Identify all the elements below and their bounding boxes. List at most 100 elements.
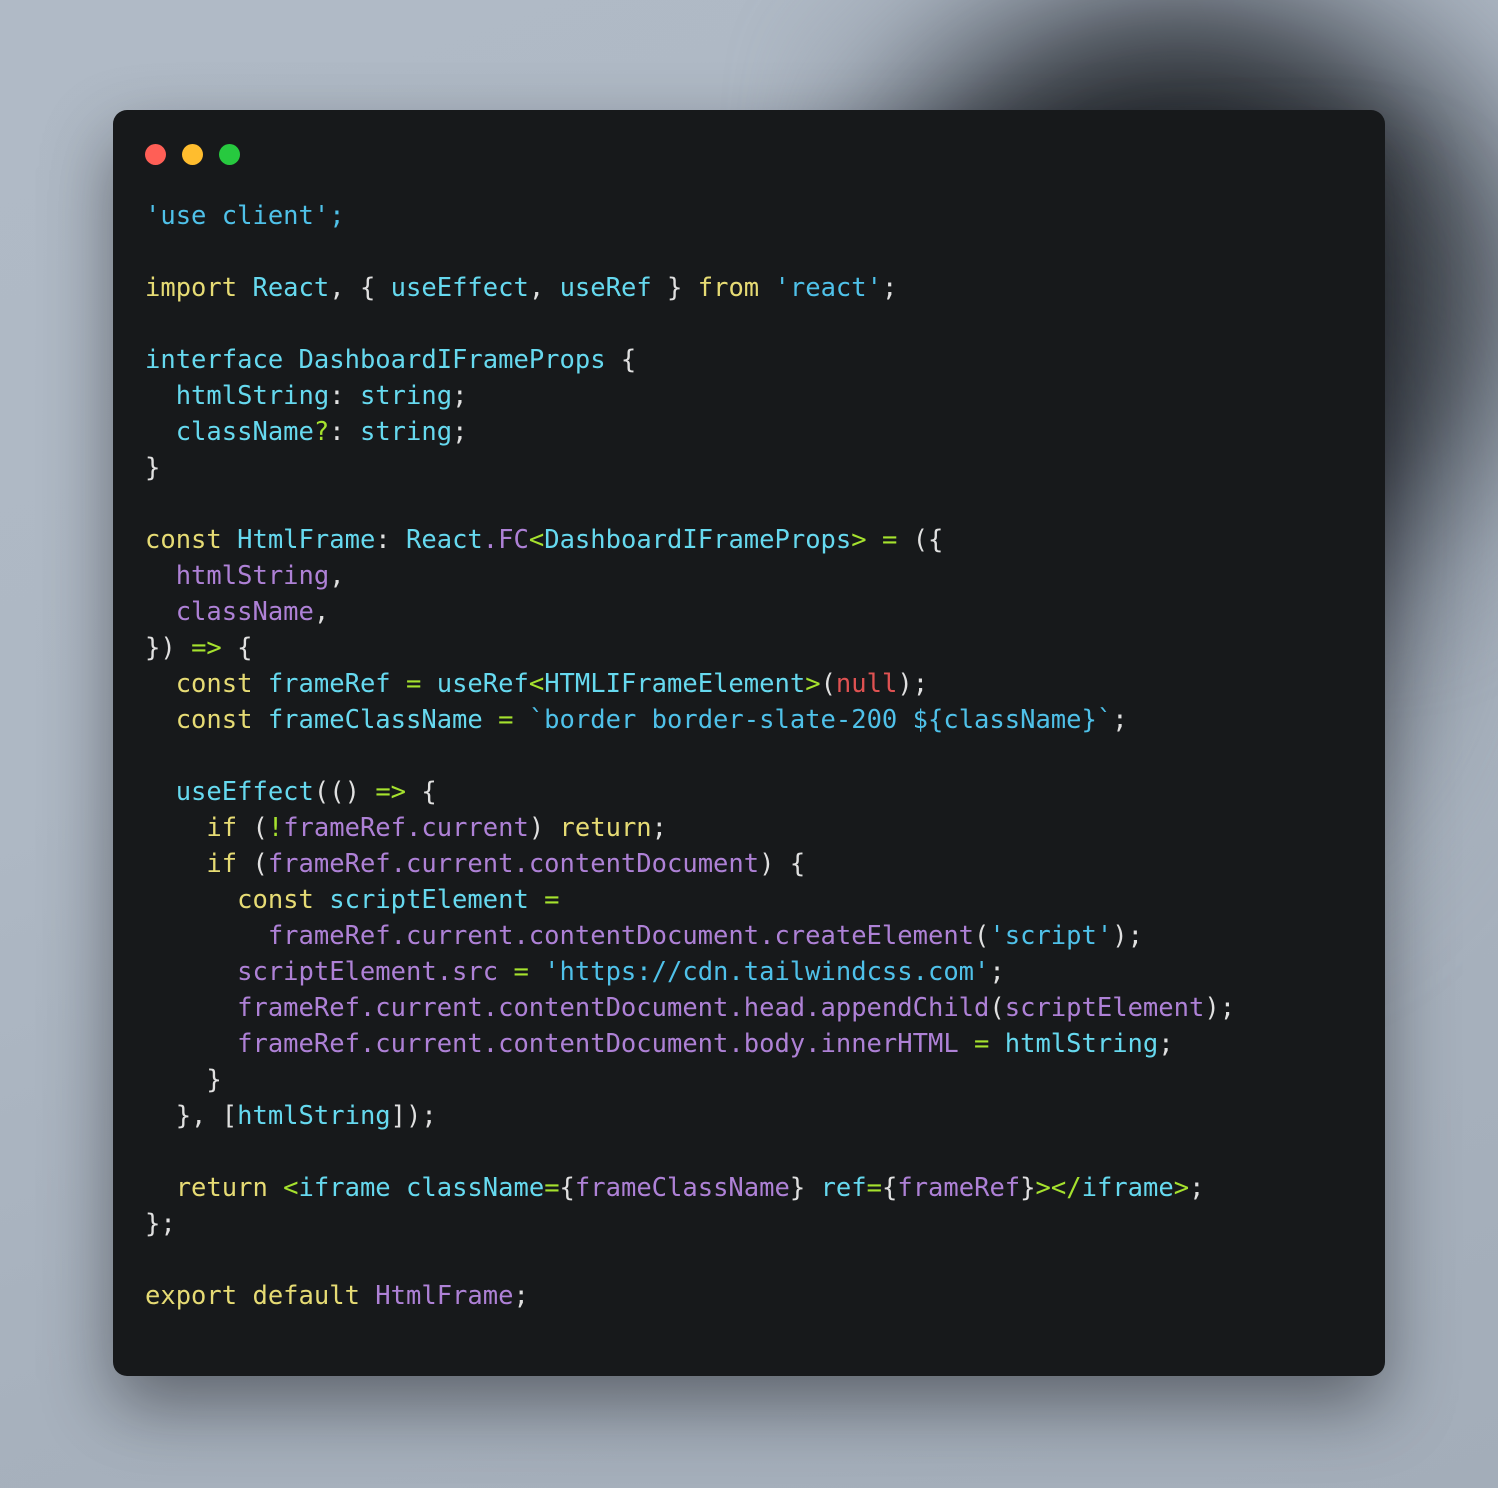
code-token: }, [ bbox=[145, 1101, 238, 1131]
code-token: > bbox=[805, 669, 821, 699]
code-token: frameRef.current.contentDocument bbox=[267, 849, 760, 879]
code-token: interface bbox=[145, 345, 299, 375]
code-token: = bbox=[390, 669, 437, 699]
code-token: : bbox=[329, 381, 360, 411]
code-token: React bbox=[252, 273, 330, 303]
code-token: from bbox=[697, 273, 775, 303]
code-token: = bbox=[498, 957, 545, 987]
code-token: ( bbox=[974, 921, 990, 951]
code-token: 'react' bbox=[774, 273, 882, 303]
code-token: frameRef.current bbox=[283, 813, 529, 843]
code-token: htmlString bbox=[237, 1101, 391, 1131]
code-token: < bbox=[528, 669, 545, 699]
code-token: , bbox=[313, 597, 330, 627]
code-token: HtmlFrame bbox=[375, 1281, 514, 1311]
code-token: ; bbox=[513, 1281, 529, 1311]
code-token: className bbox=[145, 417, 314, 447]
code-token: HTMLIFrameElement bbox=[544, 669, 806, 699]
code-token: 'script' bbox=[989, 921, 1113, 951]
code-token: scriptElement bbox=[1004, 993, 1205, 1023]
code-token: useRef bbox=[559, 273, 652, 303]
code-token: frameRef.current.contentDocument.head.ap… bbox=[145, 993, 990, 1023]
close-button[interactable] bbox=[145, 143, 166, 165]
minimize-button[interactable] bbox=[182, 143, 203, 165]
code-token: `border border-slate-200 ${className}` bbox=[528, 705, 1113, 735]
code-token: ) { bbox=[759, 849, 806, 879]
code-token: import bbox=[145, 273, 253, 303]
code-token: htmlString bbox=[145, 561, 330, 591]
code-token: ; bbox=[1158, 1029, 1174, 1059]
code-token: frameRef bbox=[897, 1173, 1021, 1203]
code-token: const bbox=[145, 885, 330, 915]
code-token: 'https://cdn.tailwindcss.com' bbox=[544, 957, 990, 987]
code-token: export default bbox=[145, 1281, 376, 1311]
maximize-button[interactable] bbox=[219, 143, 240, 165]
code-token: ; bbox=[881, 273, 898, 303]
code-token: ; bbox=[1112, 705, 1128, 735]
code-token: }) bbox=[145, 633, 192, 663]
code-token: HtmlFrame bbox=[237, 525, 376, 555]
code-token: if bbox=[145, 813, 253, 843]
code-token: const bbox=[145, 705, 268, 735]
code-token: htmlString bbox=[1004, 1029, 1159, 1059]
code-token: ({ bbox=[912, 525, 944, 555]
code-token: ref bbox=[820, 1173, 867, 1203]
code-token: string bbox=[359, 417, 453, 447]
code-token: ); bbox=[1112, 921, 1143, 951]
code-token: FC bbox=[498, 525, 529, 555]
code-token: ; bbox=[452, 381, 468, 411]
code-token: string bbox=[359, 381, 453, 411]
code-token: React bbox=[406, 525, 483, 555]
code-token: ( bbox=[252, 849, 268, 879]
code-token: frameClassName bbox=[574, 1173, 790, 1203]
code-token: ]); bbox=[390, 1101, 437, 1131]
code-token: { bbox=[406, 777, 437, 807]
code-token: DashboardIFrameProps bbox=[544, 525, 852, 555]
code-window: 'use client'; import React, { useEffect,… bbox=[113, 110, 1385, 1376]
code-token: { bbox=[359, 273, 391, 303]
code-content-area[interactable]: 'use client'; import React, { useEffect,… bbox=[113, 198, 1385, 1314]
code-token: useEffect bbox=[390, 273, 529, 303]
code-token: = bbox=[528, 885, 560, 915]
code-token: null bbox=[835, 669, 898, 699]
code-token: }; bbox=[145, 1209, 176, 1239]
code-token: iframe bbox=[298, 1173, 391, 1203]
code-token: } bbox=[651, 273, 698, 303]
code-token: ); bbox=[897, 669, 929, 699]
code-token: = bbox=[544, 1173, 560, 1203]
code-token: = bbox=[866, 1173, 882, 1203]
code-token: , bbox=[329, 561, 345, 591]
code-token: > bbox=[1035, 1173, 1051, 1203]
code-token: ? bbox=[313, 417, 330, 447]
code-token: const bbox=[145, 669, 268, 699]
code-token: 'use client'; bbox=[145, 201, 345, 231]
code-token: (() bbox=[313, 777, 376, 807]
code-token: ( bbox=[252, 813, 268, 843]
code-token: } bbox=[789, 1173, 821, 1203]
code-token: } bbox=[1020, 1173, 1036, 1203]
code-token: = bbox=[958, 1029, 1005, 1059]
code-token: < bbox=[283, 1173, 299, 1203]
code-token: return bbox=[559, 813, 652, 843]
code-token: ; bbox=[452, 417, 468, 447]
code-token: = bbox=[866, 525, 913, 555]
code-token: scriptElement bbox=[329, 885, 529, 915]
code-token: frameRef bbox=[267, 669, 391, 699]
code-token: , bbox=[329, 273, 360, 303]
code-token: ; bbox=[989, 957, 1005, 987]
code-token: { bbox=[221, 633, 253, 663]
code-token: { bbox=[605, 345, 637, 375]
code-token: { bbox=[559, 1173, 575, 1203]
code-token: DashboardIFrameProps bbox=[298, 345, 606, 375]
code-token: iframe bbox=[1081, 1173, 1174, 1203]
code-block[interactable]: 'use client'; import React, { useEffect,… bbox=[145, 198, 1385, 1314]
code-token: className bbox=[406, 1173, 545, 1203]
code-token: => bbox=[375, 777, 407, 807]
code-token: className bbox=[145, 597, 314, 627]
code-token: frameClassName bbox=[267, 705, 483, 735]
code-token: ; bbox=[651, 813, 668, 843]
code-token: ) bbox=[528, 813, 560, 843]
code-token: if bbox=[145, 849, 253, 879]
code-token: scriptElement.src bbox=[145, 957, 499, 987]
